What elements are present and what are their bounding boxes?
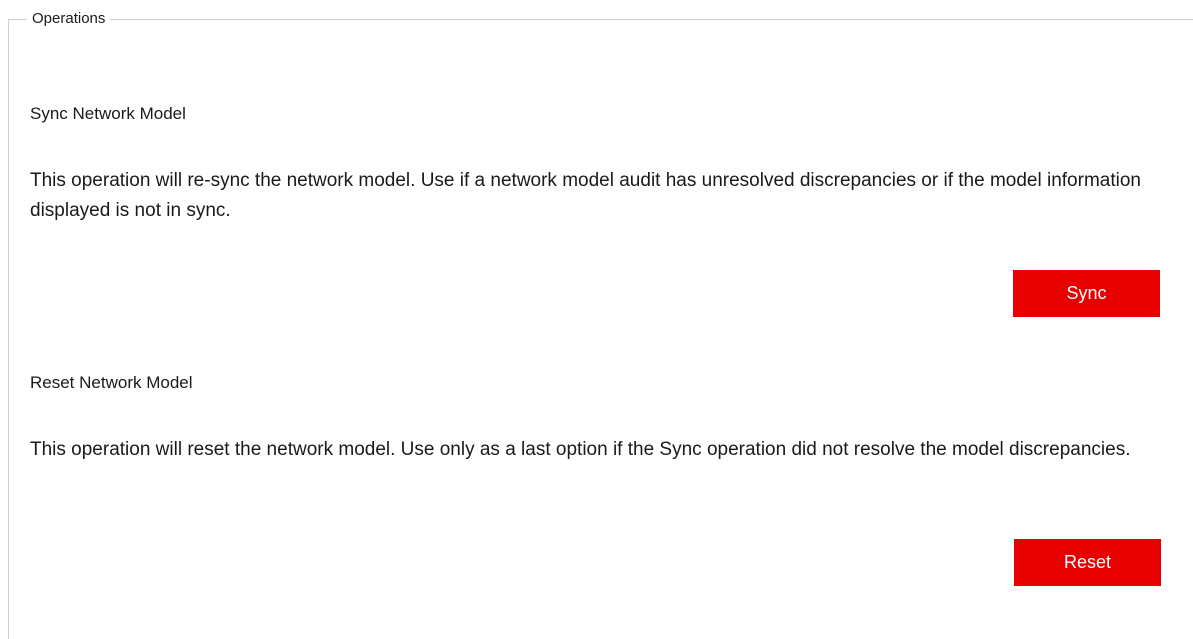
reset-button[interactable]: Reset: [1014, 539, 1161, 586]
reset-description: This operation will reset the network mo…: [30, 439, 1131, 460]
operations-legend: Operations: [27, 8, 111, 30]
sync-title: Sync Network Model: [30, 104, 186, 123]
sync-description: This operation will re-sync the network …: [30, 170, 1141, 221]
sync-button[interactable]: Sync: [1013, 270, 1160, 317]
reset-title: Reset Network Model: [30, 373, 193, 392]
